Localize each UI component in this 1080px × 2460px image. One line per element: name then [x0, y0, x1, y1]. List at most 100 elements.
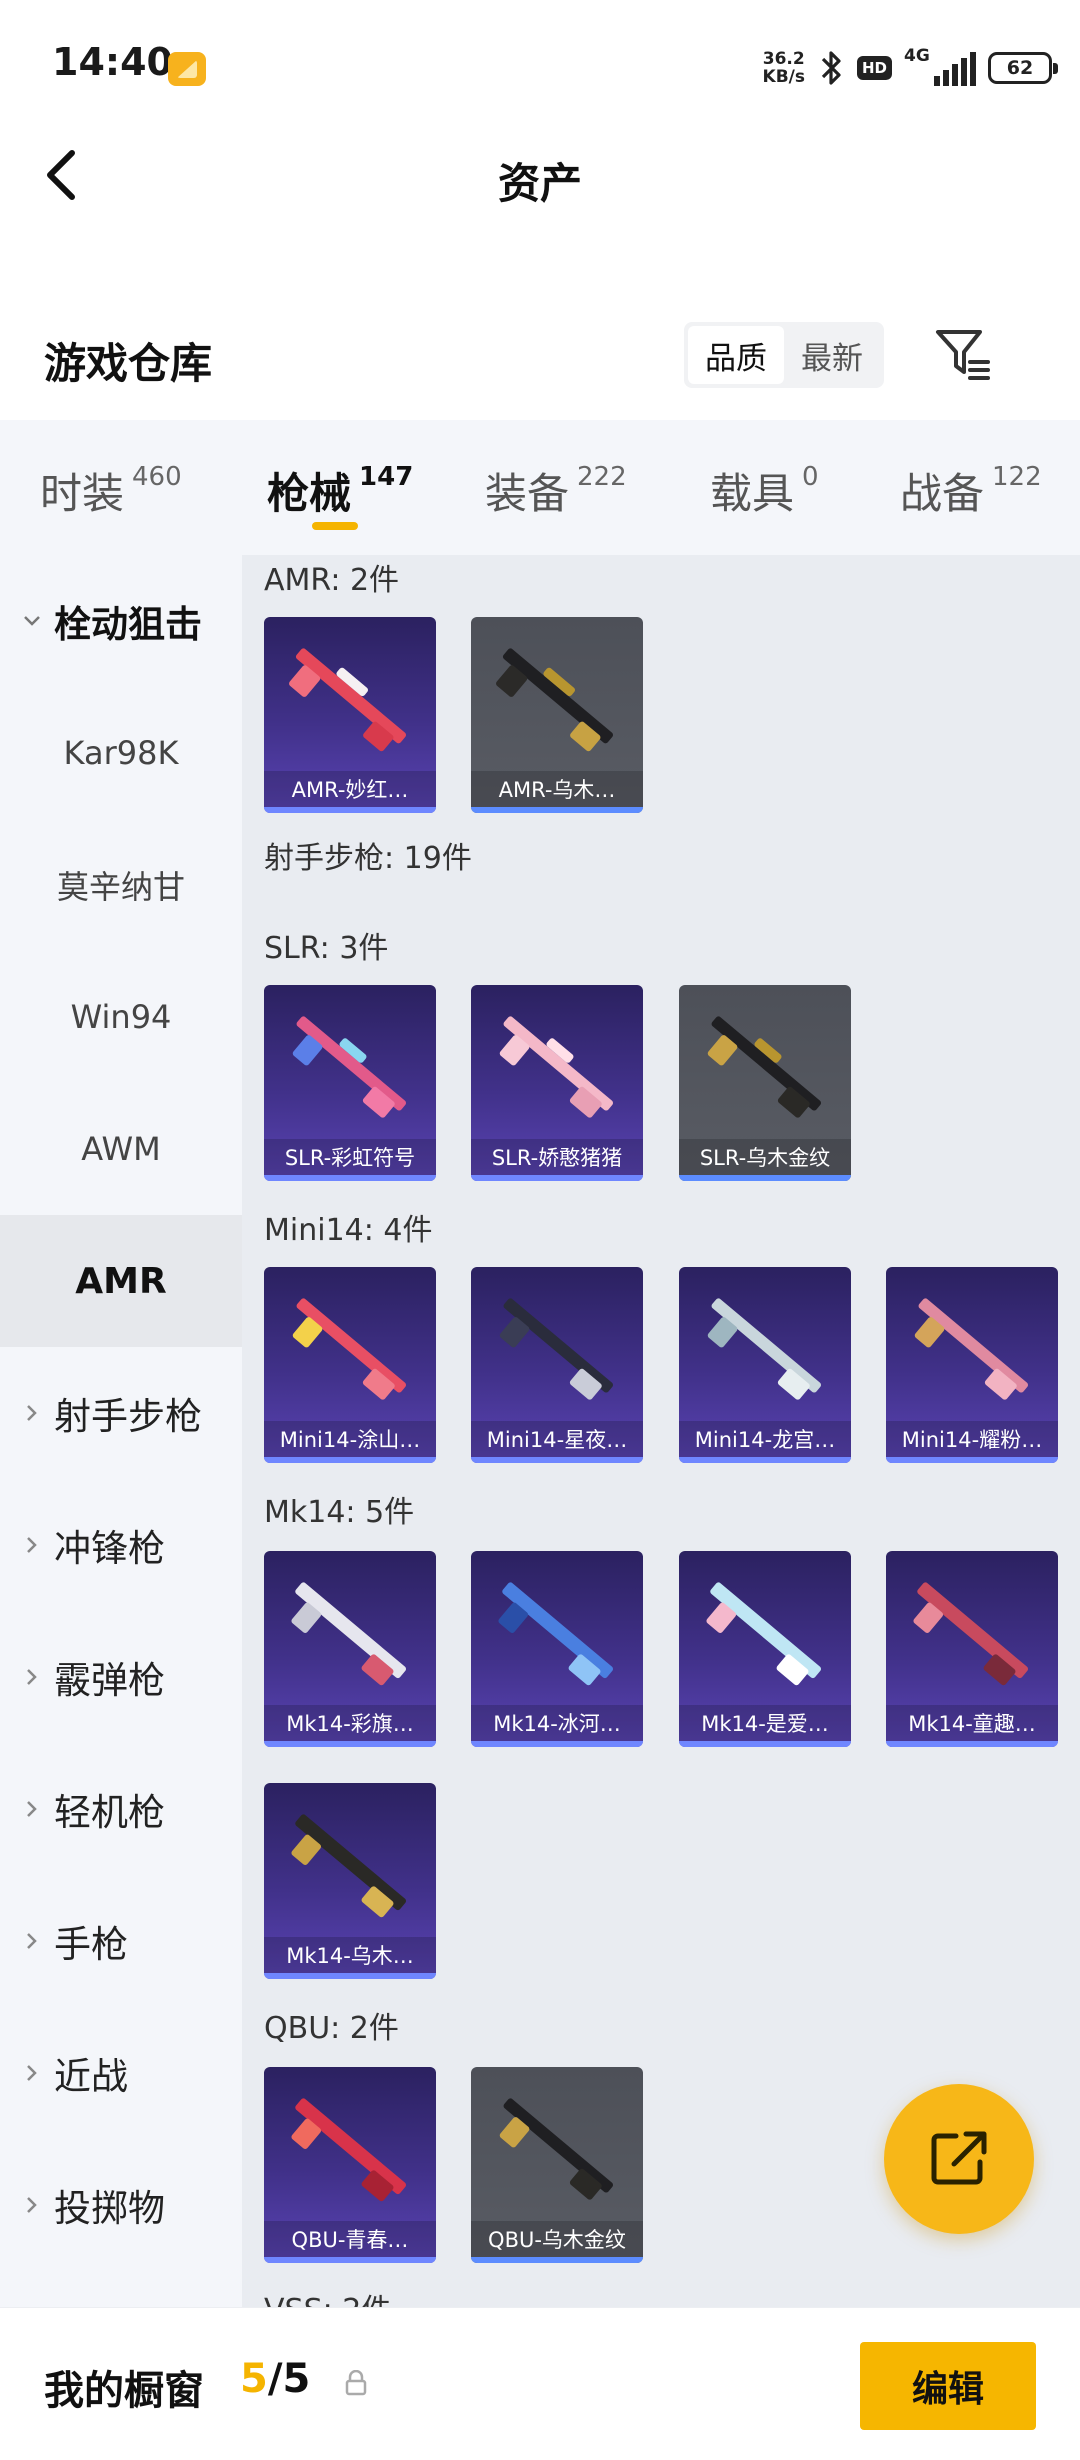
- rarity-bar: [264, 1741, 436, 1747]
- tab-supplies[interactable]: 战备 122: [900, 460, 1042, 521]
- sidebar-item-label: 冲锋枪: [54, 1527, 165, 1570]
- skin-name: Mini14-星夜…: [471, 1421, 643, 1457]
- sort-option-quality[interactable]: 品质: [688, 326, 784, 384]
- tab-count: 460: [132, 462, 182, 492]
- tab-count: 0: [802, 462, 819, 492]
- bottom-bar: 我的橱窗 5/5 编辑: [0, 2307, 1080, 2460]
- sidebar-item-amr[interactable]: AMR: [0, 1215, 242, 1347]
- skin-card[interactable]: Mini14-龙宫…: [679, 1267, 851, 1463]
- lock-icon: [345, 2370, 367, 2396]
- sidebar-item-pistol[interactable]: 手枪: [0, 1875, 242, 2007]
- tab-label: 载具: [710, 469, 795, 518]
- share-button[interactable]: [884, 2084, 1034, 2234]
- sidebar-item-bolt-action[interactable]: 栓动狙击: [0, 555, 242, 687]
- group-label: VSS: 2件: [264, 2285, 391, 2307]
- sidebar-item-dmr[interactable]: 射手步枪: [0, 1347, 242, 1479]
- skin-card[interactable]: AMR-妙红…: [264, 617, 436, 813]
- skin-card[interactable]: Mk14-冰河…: [471, 1551, 643, 1747]
- skin-card[interactable]: Mk14-童趣…: [886, 1551, 1058, 1747]
- skin-card[interactable]: QBU-青春…: [264, 2067, 436, 2263]
- showcase-count-current: 5: [240, 2356, 268, 2402]
- sidebar-item-label: Kar98K: [63, 734, 179, 772]
- hd-badge: HD: [856, 56, 892, 80]
- network-speed-value: 36.2: [762, 49, 805, 69]
- tab-label: 装备: [485, 469, 570, 518]
- sidebar-item-label: 投掷物: [54, 2187, 165, 2230]
- tab-vehicles[interactable]: 载具 0: [710, 460, 819, 521]
- skin-name: QBU-青春…: [264, 2221, 436, 2257]
- sidebar-item-kar98k[interactable]: Kar98K: [0, 687, 242, 819]
- skin-card[interactable]: Mk14-乌木…: [264, 1783, 436, 1979]
- skin-name: Mini14-涂山…: [264, 1421, 436, 1457]
- rifle-skin-image: [499, 2098, 614, 2200]
- rifle-skin-image: [291, 1582, 407, 1686]
- skin-card[interactable]: AMR-乌木…: [471, 617, 643, 813]
- network-speed-unit: KB/s: [762, 67, 805, 87]
- sidebar-item-label: 莫辛纳甘: [56, 868, 185, 906]
- sidebar-item-awm[interactable]: AWM: [0, 1083, 242, 1215]
- rarity-bar: [886, 1741, 1058, 1747]
- skin-card[interactable]: Mini14-涂山…: [264, 1267, 436, 1463]
- rifle-skin-image: [498, 1582, 614, 1686]
- network-speed: 36.2 KB/s: [763, 50, 805, 86]
- rifle-skin-image: [292, 1016, 407, 1118]
- rifle-skin-image: [707, 1298, 822, 1400]
- rarity-bar: [679, 1457, 851, 1463]
- skin-card[interactable]: SLR-娇憨猪猪: [471, 985, 643, 1181]
- group-label: AMR: 2件: [264, 563, 400, 598]
- sidebar-item-shotgun[interactable]: 霰弹枪: [0, 1611, 242, 1743]
- skin-name: AMR-乌木…: [471, 771, 643, 807]
- sidebar-item-lmg[interactable]: 轻机枪: [0, 1743, 242, 1875]
- filter-icon[interactable]: [930, 322, 994, 386]
- rifle-skin-image: [496, 648, 614, 752]
- sidebar-item-label: 栓动狙击: [54, 603, 202, 646]
- skin-name: Mk14-乌木…: [264, 1937, 436, 1973]
- rarity-bar: [264, 2257, 436, 2263]
- rifle-skin-image: [289, 648, 407, 752]
- skin-card[interactable]: Mk14-是爱…: [679, 1551, 851, 1747]
- tab-label: 战备: [900, 469, 985, 518]
- tab-equipment[interactable]: 装备 222: [485, 460, 627, 521]
- sidebar-item-throwable[interactable]: 投掷物: [0, 2139, 242, 2271]
- skin-card[interactable]: Mini14-耀粉…: [886, 1267, 1058, 1463]
- active-tab-indicator: [312, 522, 358, 530]
- rarity-bar: [886, 1457, 1058, 1463]
- chevron-right-icon: [27, 1801, 37, 1817]
- rarity-bar: [471, 807, 643, 813]
- sort-option-newest[interactable]: 最新: [784, 326, 880, 384]
- skin-card[interactable]: Mk14-彩旗…: [264, 1551, 436, 1747]
- tab-count: 122: [992, 462, 1042, 492]
- sidebar-item-label: AMR: [75, 1260, 167, 1302]
- skin-card[interactable]: SLR-彩虹符号: [264, 985, 436, 1181]
- rifle-skin-image: [291, 2098, 407, 2202]
- rarity-bar: [264, 1175, 436, 1181]
- rifle-skin-image: [913, 1582, 1029, 1686]
- edit-button[interactable]: 编辑: [860, 2342, 1036, 2430]
- rifle-skin-image: [914, 1298, 1029, 1400]
- sidebar-item-melee[interactable]: 近战: [0, 2007, 242, 2139]
- sidebar-item-win94[interactable]: Win94: [0, 951, 242, 1083]
- notification-app-icon: [168, 52, 206, 86]
- chevron-right-icon: [27, 1933, 37, 1949]
- skin-name: Mk14-是爱…: [679, 1705, 851, 1741]
- skin-card[interactable]: SLR-乌木金纹: [679, 985, 851, 1181]
- sidebar-item-smg[interactable]: 冲锋枪: [0, 1479, 242, 1611]
- sidebar-item-mosin[interactable]: 莫辛纳甘: [0, 819, 242, 951]
- status-indicators: 36.2 KB/s HD 4G 62: [763, 46, 1058, 90]
- rarity-bar: [264, 807, 436, 813]
- group-label: 射手步枪: 19件: [264, 841, 472, 876]
- skin-name: AMR-妙红…: [264, 771, 436, 807]
- skin-card[interactable]: QBU-乌木金纹: [471, 2067, 643, 2263]
- rifle-skin-image: [291, 1814, 407, 1918]
- tab-fashion[interactable]: 时装 460: [40, 460, 182, 521]
- skin-card[interactable]: Mini14-星夜…: [471, 1267, 643, 1463]
- tab-firearms[interactable]: 枪械 147: [267, 460, 413, 521]
- skin-name: SLR-乌木金纹: [679, 1139, 851, 1175]
- rarity-bar: [264, 1973, 436, 1979]
- share-icon: [931, 2131, 987, 2185]
- rifle-skin-image: [707, 1016, 822, 1118]
- rifle-skin-image: [499, 1298, 614, 1400]
- tab-label: 枪械: [267, 469, 352, 518]
- chevron-right-icon: [27, 1405, 37, 1421]
- skin-name: Mini14-龙宫…: [679, 1421, 851, 1457]
